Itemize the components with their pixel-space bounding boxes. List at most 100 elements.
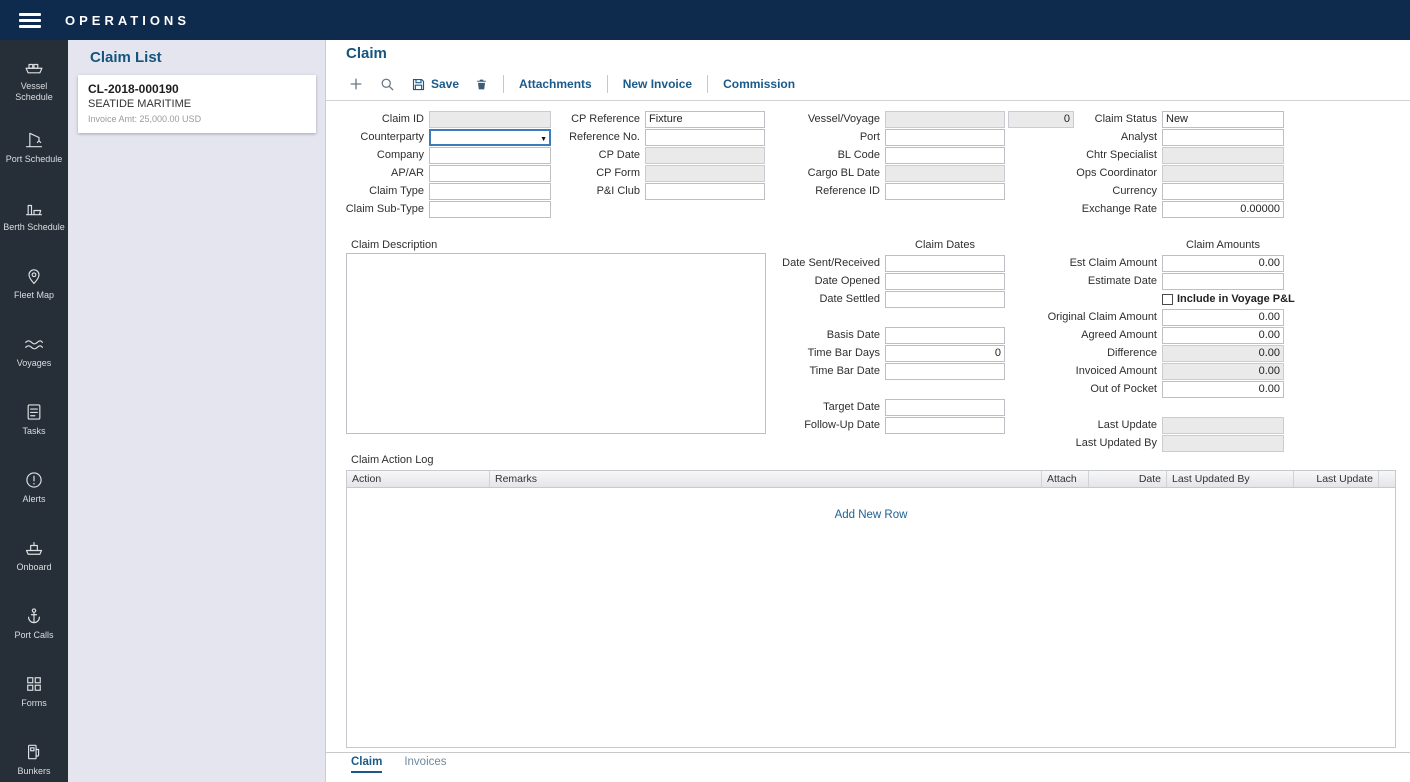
attachments-button[interactable]: Attachments xyxy=(511,75,600,93)
claim-card-invoice-amount: Invoice Amt: 25,000.00 USD xyxy=(88,114,306,124)
difference-label: Difference xyxy=(1022,345,1162,362)
reference-id-field[interactable] xyxy=(885,183,1005,200)
time-bar-days-field[interactable]: 0 xyxy=(885,345,1005,362)
toolbar: Save Attachments New Invoice Commission xyxy=(340,70,803,98)
est-claim-amount-field[interactable]: 0.00 xyxy=(1162,255,1284,272)
sidebar-item-fleet-map[interactable]: Fleet Map xyxy=(0,249,68,317)
date-sent-received-field[interactable] xyxy=(885,255,1005,272)
claim-type-label: Claim Type xyxy=(326,183,429,200)
sidebar-item-onboard[interactable]: Onboard xyxy=(0,521,68,589)
sidebar-item-label: Berth Schedule xyxy=(3,222,65,233)
basis-date-label: Basis Date xyxy=(745,327,885,344)
sidebar-item-port-calls[interactable]: Port Calls xyxy=(0,589,68,657)
port-label: Port xyxy=(745,129,885,146)
include-in-voyage-pnl-row: Include in Voyage P&L xyxy=(1162,293,1295,305)
sidebar-item-port-schedule[interactable]: Port Schedule xyxy=(0,113,68,181)
basis-date-field[interactable] xyxy=(885,327,1005,344)
difference-field: 0.00 xyxy=(1162,345,1284,362)
search-icon xyxy=(380,77,395,92)
sidebar-item-forms[interactable]: Forms xyxy=(0,657,68,725)
sidebar-item-voyages[interactable]: Voyages xyxy=(0,317,68,385)
original-claim-amount-field[interactable]: 0.00 xyxy=(1162,309,1284,326)
cp-date-label: CP Date xyxy=(505,147,645,164)
toolbar-divider-line xyxy=(326,100,1410,101)
tab-invoices[interactable]: Invoices xyxy=(404,756,446,773)
log-column-date[interactable]: Date xyxy=(1089,471,1167,487)
claim-card-id: CL-2018-000190 xyxy=(88,82,306,96)
out-of-pocket-field[interactable]: 0.00 xyxy=(1162,381,1284,398)
bl-code-field[interactable] xyxy=(885,147,1005,164)
tabs-divider-line xyxy=(326,752,1410,753)
follow-up-date-field[interactable] xyxy=(885,417,1005,434)
search-button[interactable] xyxy=(372,75,403,94)
claim-list-panel: Claim List CL-2018-000190 SEATIDE MARITI… xyxy=(68,40,325,782)
sidebar-item-label: Forms xyxy=(3,698,65,709)
analyst-field[interactable] xyxy=(1162,129,1284,146)
trash-icon xyxy=(475,77,488,92)
original-claim-amount-label: Original Claim Amount xyxy=(1022,309,1162,326)
sidebar-item-label: Alerts xyxy=(3,494,65,505)
log-column-last-updated-by[interactable]: Last Updated By xyxy=(1167,471,1294,487)
sidebar-item-label: Onboard xyxy=(3,562,65,573)
sidebar-item-label: Tasks xyxy=(3,426,65,437)
delete-button[interactable] xyxy=(467,75,496,94)
toolbar-divider xyxy=(503,75,504,93)
exchange-rate-field[interactable]: 0.00000 xyxy=(1162,201,1284,218)
est-claim-amount-label: Est Claim Amount xyxy=(1022,255,1162,272)
cp-form-label: CP Form xyxy=(505,165,645,182)
claim-status-field[interactable]: New xyxy=(1162,111,1284,128)
vessel-voyage-label: Vessel/Voyage xyxy=(745,111,885,128)
save-button-label: Save xyxy=(431,77,459,91)
cargo-bl-date-label: Cargo BL Date xyxy=(745,165,885,182)
berth-schedule-icon xyxy=(24,197,44,219)
forms-icon xyxy=(24,673,44,695)
new-invoice-button[interactable]: New Invoice xyxy=(615,75,700,93)
claim-detail-panel: Claim Save Attachments New Invoice Commi… xyxy=(325,40,1410,782)
menu-icon[interactable] xyxy=(19,13,41,28)
target-date-label: Target Date xyxy=(745,399,885,416)
sidebar-item-tasks[interactable]: Tasks xyxy=(0,385,68,453)
sidebar-item-bunkers[interactable]: Bunkers xyxy=(0,725,68,782)
commission-button[interactable]: Commission xyxy=(715,75,803,93)
vessel-field xyxy=(885,111,1005,128)
target-date-field[interactable] xyxy=(885,399,1005,416)
estimate-date-field[interactable] xyxy=(1162,273,1284,290)
date-opened-field[interactable] xyxy=(885,273,1005,290)
sidebar-item-vessel-schedule[interactable]: Vessel Schedule xyxy=(0,45,68,113)
log-column-action[interactable]: Action xyxy=(347,471,490,487)
include-in-voyage-pnl-checkbox[interactable] xyxy=(1162,294,1173,305)
save-button[interactable]: Save xyxy=(403,75,467,94)
invoiced-amount-label: Invoiced Amount xyxy=(1022,363,1162,380)
bottom-tabs: Claim Invoices xyxy=(351,756,447,773)
sidebar-item-berth-schedule[interactable]: Berth Schedule xyxy=(0,181,68,249)
tab-claim[interactable]: Claim xyxy=(351,756,382,773)
log-column-remarks[interactable]: Remarks xyxy=(490,471,1042,487)
tasks-icon xyxy=(24,401,44,423)
add-button[interactable] xyxy=(340,74,372,94)
add-new-row-link[interactable]: Add New Row xyxy=(347,509,1395,521)
app-title: OPERATIONS xyxy=(65,13,190,28)
port-field[interactable] xyxy=(885,129,1005,146)
log-column-filler xyxy=(1379,471,1395,487)
currency-field[interactable] xyxy=(1162,183,1284,200)
sidebar-item-alerts[interactable]: Alerts xyxy=(0,453,68,521)
claim-list-item[interactable]: CL-2018-000190 SEATIDE MARITIME Invoice … xyxy=(78,75,316,133)
ops-coordinator-field xyxy=(1162,165,1284,182)
time-bar-date-field[interactable] xyxy=(885,363,1005,380)
sidebar-item-label: Bunkers xyxy=(3,766,65,777)
last-updated-by-label: Last Updated By xyxy=(1022,435,1162,452)
log-column-last-update[interactable]: Last Update xyxy=(1294,471,1379,487)
exchange-rate-label: Exchange Rate xyxy=(1022,201,1162,218)
agreed-amount-label: Agreed Amount xyxy=(1022,327,1162,344)
currency-label: Currency xyxy=(1022,183,1162,200)
time-bar-days-label: Time Bar Days xyxy=(745,345,885,362)
claim-description-field[interactable] xyxy=(346,253,766,434)
claim-card-company: SEATIDE MARITIME xyxy=(88,98,306,110)
pi-club-label: P&I Club xyxy=(505,183,645,200)
claim-amounts-heading: Claim Amounts xyxy=(1162,239,1284,251)
log-column-attach[interactable]: Attach xyxy=(1042,471,1089,487)
claim-sub-type-field[interactable] xyxy=(429,201,551,218)
date-settled-field[interactable] xyxy=(885,291,1005,308)
agreed-amount-field[interactable]: 0.00 xyxy=(1162,327,1284,344)
toolbar-divider xyxy=(607,75,608,93)
